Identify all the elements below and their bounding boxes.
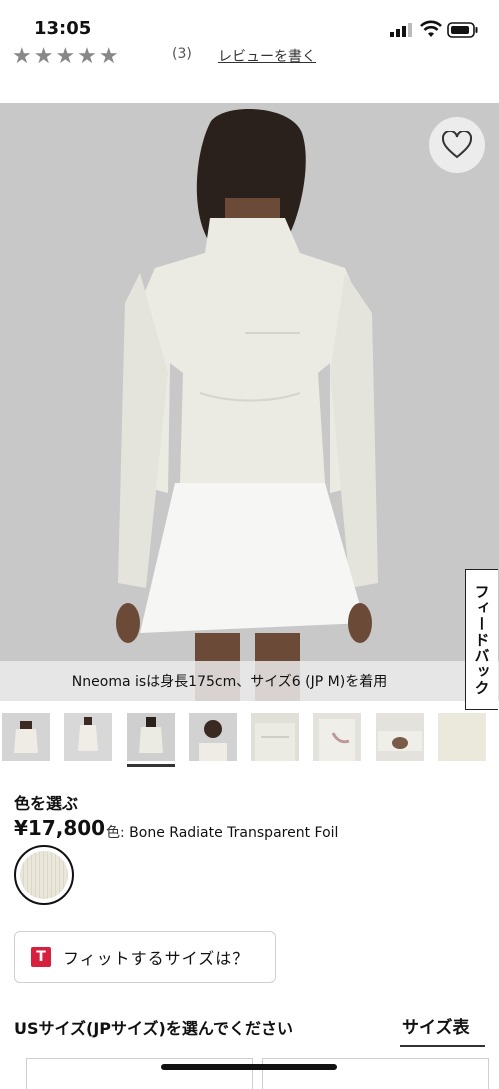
swatch-fill [20, 851, 68, 899]
feedback-tab[interactable]: フィードバック [465, 569, 498, 710]
thumbnail-4[interactable] [189, 713, 237, 761]
battery-icon [447, 22, 478, 38]
wifi-icon [420, 20, 442, 37]
color-prefix: 色: [106, 825, 130, 841]
size-chart-underline [400, 1045, 485, 1047]
product-photo [0, 103, 499, 701]
thumbnail-3[interactable] [127, 713, 175, 761]
color-select-label: 色を選ぶ [14, 794, 79, 813]
write-review-link[interactable]: レビューを書く [218, 46, 316, 66]
thumbnail-selected-indicator [127, 764, 175, 767]
thumbnail-8[interactable] [438, 713, 486, 761]
fit-finder-logo-icon: T [31, 947, 51, 967]
thumbnail-strip [0, 713, 499, 767]
size-option-1[interactable] [26, 1058, 253, 1089]
color-name: Bone Radiate Transparent Foil [129, 825, 339, 841]
wishlist-heart-button[interactable] [429, 117, 485, 173]
size-option-2[interactable] [262, 1058, 489, 1089]
heart-icon [442, 131, 472, 159]
feedback-label: フィードバック [472, 583, 491, 696]
fit-finder-button[interactable]: T フィットするサイズは？ [14, 931, 276, 983]
model-caption-text: Nneoma isは身長175cm、サイズ6 (JP M)を着用 [71, 674, 388, 690]
thumbnail-2[interactable] [64, 713, 112, 761]
model-caption: Nneoma isは身長175cm、サイズ6 (JP M)を着用 [0, 661, 499, 701]
thumbnail-1[interactable] [2, 713, 50, 761]
thumbnail-7[interactable] [376, 713, 424, 761]
cellular-signal-icon [390, 23, 412, 37]
product-price: ¥17,800 [14, 816, 106, 840]
fit-finder-label: フィットするサイズは？ [63, 949, 250, 968]
status-time: 13:05 [34, 18, 92, 39]
color-swatch-bone[interactable] [14, 845, 74, 905]
size-select-heading: USサイズ(JPサイズ)を選んでください [14, 1019, 294, 1038]
rating-count[interactable]: (3) [172, 46, 192, 62]
rating-row: ★★★★★ (3) レビューを書く [0, 44, 499, 66]
thumbnail-6[interactable] [313, 713, 361, 761]
thumbnail-5[interactable] [251, 713, 299, 761]
size-chart-link[interactable]: サイズ表 [402, 1013, 470, 1038]
product-hero-image[interactable] [0, 103, 499, 701]
home-indicator[interactable] [161, 1064, 337, 1070]
rating-stars: ★★★★★ [12, 44, 121, 66]
size-options [26, 1058, 489, 1089]
selected-color: 色: Bone Radiate Transparent Foil [106, 822, 338, 842]
